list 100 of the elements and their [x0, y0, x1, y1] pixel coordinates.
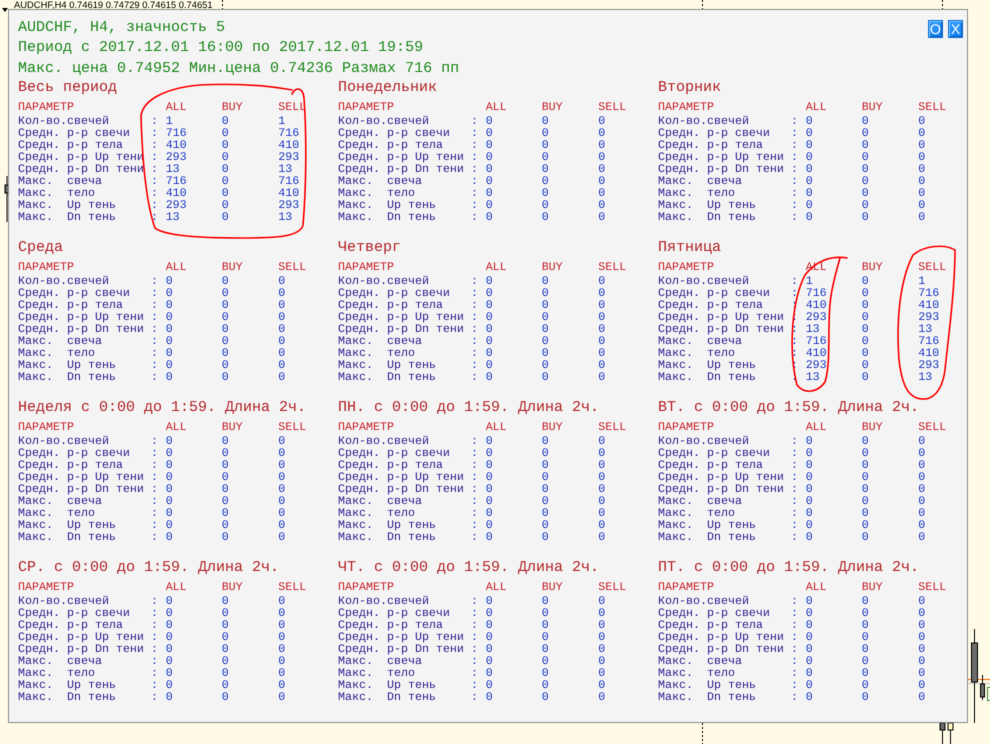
- table-cell-text: 0: [862, 692, 870, 704]
- table-cell-text: 0: [806, 472, 814, 484]
- colon-separator: :: [471, 496, 479, 508]
- table-cell-text: 0: [598, 668, 606, 680]
- table-cell-text: 0: [166, 288, 174, 300]
- close-button[interactable]: X: [948, 20, 963, 38]
- table-cell-text: 0: [918, 116, 926, 128]
- table-cell-text: 0: [806, 496, 814, 508]
- colon-separator: :: [471, 300, 479, 312]
- table-cell-text: 0: [862, 644, 870, 656]
- table-cell-text: 0: [542, 508, 550, 520]
- colon-separator: :: [151, 188, 159, 200]
- table-cell-text: 0: [542, 140, 550, 152]
- table-cell-text: 1: [806, 276, 813, 288]
- table-cell-text: 0: [598, 520, 606, 532]
- column-header: ALL: [806, 420, 828, 433]
- table-cell-text: 0: [598, 312, 606, 324]
- table-cell-text: 0: [222, 116, 230, 128]
- colon-separator: :: [471, 276, 479, 288]
- table-cell-text: 0: [486, 324, 494, 336]
- colon-separator: :: [471, 620, 479, 632]
- table-cell-text: 0: [598, 164, 606, 176]
- table-cell-text: 0: [806, 644, 814, 656]
- table-cell-text: 0: [222, 448, 230, 460]
- table-cell-text: 0: [918, 212, 926, 224]
- table-cell-text: 0: [486, 656, 494, 668]
- table-cell-text: 293: [806, 312, 828, 324]
- colon-separator: :: [791, 484, 799, 496]
- table-cell-text: 0: [542, 212, 550, 224]
- table-cell-text: 0: [918, 680, 926, 692]
- table-cell-text: 0: [486, 532, 494, 544]
- row-label: Макс. тело: [18, 668, 96, 680]
- column-header: ALL: [486, 420, 508, 433]
- row-label: Макс. Dn тень: [658, 372, 757, 384]
- table-cell-text: 0: [598, 484, 606, 496]
- row-label: Средн. р-р свечи: [338, 448, 451, 460]
- colon-separator: :: [471, 484, 479, 496]
- table-cell-text: 0: [862, 176, 870, 188]
- table-cell-text: 0: [222, 176, 230, 188]
- table-cell-text: 0: [806, 680, 814, 692]
- table-cell-text: 0: [598, 460, 606, 472]
- column-header: SELL: [598, 420, 628, 433]
- table-cell-text: 0: [486, 692, 494, 704]
- table-cell-text: 0: [278, 472, 286, 484]
- section-title: Среда: [18, 238, 64, 257]
- table-cell-text: 0: [918, 520, 926, 532]
- colon-separator: :: [151, 608, 159, 620]
- column-header: SELL: [278, 260, 308, 273]
- row-label: Макс. Up тень: [338, 680, 437, 692]
- row-label: Средн. р-р Dn тени: [18, 644, 145, 656]
- column-header: ПАРАМЕТР: [338, 100, 395, 113]
- triangle-down-icon[interactable]: [2, 8, 8, 12]
- row-label: Средн. р-р свечи: [18, 288, 131, 300]
- colon-separator: :: [791, 620, 799, 632]
- table-cell-text: 0: [598, 336, 606, 348]
- column-header: SELL: [598, 100, 628, 113]
- table-cell-text: 0: [278, 532, 286, 544]
- table-cell-text: 0: [862, 436, 870, 448]
- colon-separator: :: [151, 436, 159, 448]
- table-cell-text: 0: [222, 620, 230, 632]
- table-cell-text: 0: [862, 348, 870, 360]
- table-cell-text: 0: [222, 608, 230, 620]
- table-cell-text: 0: [598, 212, 606, 224]
- colon-separator: :: [471, 532, 479, 544]
- table-cell-text: 0: [166, 496, 174, 508]
- table-cell-text: 0: [166, 324, 174, 336]
- colon-separator: :: [151, 348, 159, 360]
- table-cell-text: 0: [862, 300, 870, 312]
- table-cell-text: 0: [862, 520, 870, 532]
- table-cell-text: 293: [806, 360, 828, 372]
- table-cell-text: 0: [278, 360, 286, 372]
- colon-separator: :: [471, 164, 479, 176]
- colon-separator: :: [151, 164, 159, 176]
- colon-separator: :: [151, 324, 159, 336]
- table-cell-text: 0: [598, 116, 606, 128]
- table-cell-text: 0: [166, 300, 174, 312]
- colon-separator: :: [471, 680, 479, 692]
- row-label: Средн. р-р тела: [338, 460, 444, 472]
- column-header: ПАРАМЕТР: [338, 420, 395, 433]
- row-label: Средн. р-р Up тени: [658, 152, 785, 164]
- colon-separator: :: [471, 596, 479, 608]
- row-label: Макс. свеча: [658, 176, 743, 188]
- row-label: Макс. тело: [658, 348, 736, 360]
- colon-separator: :: [151, 508, 159, 520]
- section-title: Понедельник: [338, 78, 438, 97]
- table-cell-text: 0: [278, 348, 286, 360]
- table-cell-text: 0: [862, 484, 870, 496]
- table-cell-text: 0: [486, 680, 494, 692]
- table-cell-text: 0: [486, 496, 494, 508]
- o-button[interactable]: O: [928, 20, 943, 38]
- table-cell-text: 0: [166, 596, 174, 608]
- row-label: Макс. свеча: [338, 656, 423, 668]
- row-label: Средн. р-р свечи: [658, 608, 771, 620]
- table-cell-text: 0: [918, 472, 926, 484]
- panel-title: AUDCHF, H4, значность 5: [18, 18, 226, 38]
- colon-separator: :: [791, 348, 799, 360]
- table-cell-text: 0: [222, 520, 230, 532]
- colon-separator: :: [791, 472, 799, 484]
- table-cell-text: 0: [542, 176, 550, 188]
- table-cell-text: 0: [166, 620, 174, 632]
